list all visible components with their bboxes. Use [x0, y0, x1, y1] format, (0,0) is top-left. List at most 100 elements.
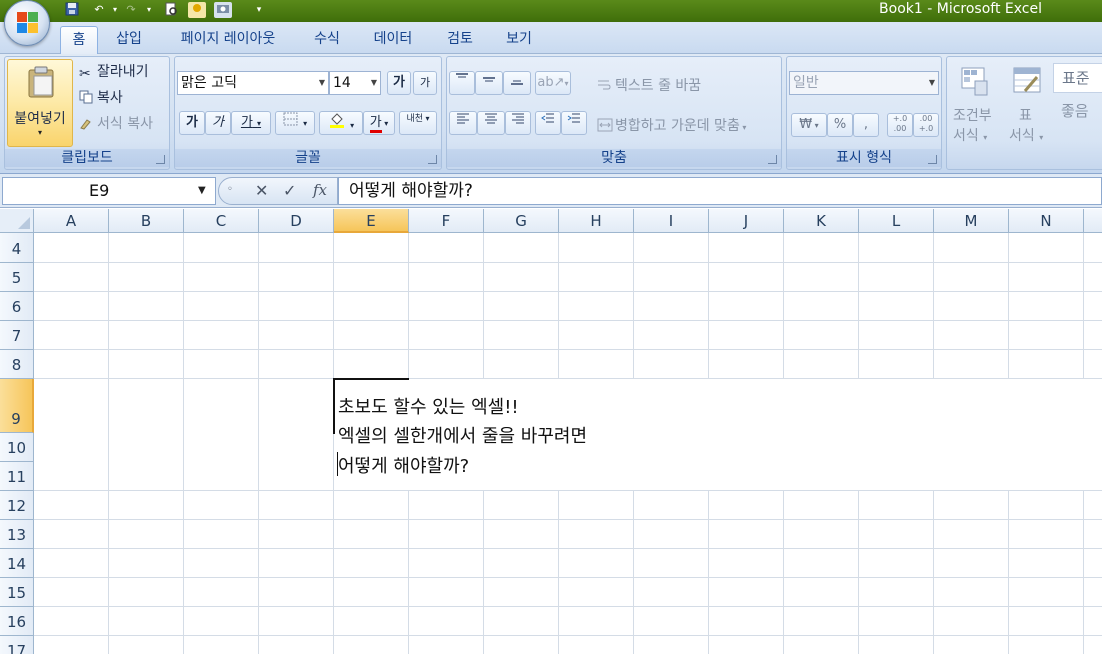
tab-data[interactable]: 데이터	[364, 26, 422, 54]
row-header-4[interactable]: 4	[0, 233, 34, 263]
column-header-n[interactable]: N	[1009, 209, 1084, 233]
column-header-c[interactable]: C	[184, 209, 259, 233]
row-header-5[interactable]: 5	[0, 263, 34, 292]
office-button[interactable]	[4, 0, 50, 46]
merge-center-button[interactable]: 병합하고 가운데 맞춤 ▾	[597, 115, 746, 135]
column-header-l[interactable]: L	[859, 209, 934, 233]
window-title: Book1 - Microsoft Excel	[879, 1, 1042, 17]
fill-color-button[interactable]: ▾	[319, 111, 363, 135]
row-header-17[interactable]: 17	[0, 636, 34, 654]
shrink-font-button[interactable]: 가	[413, 71, 437, 95]
tab-page-layout[interactable]: 페이지 레이아웃	[166, 26, 290, 54]
select-all-button[interactable]	[0, 209, 34, 233]
align-left-button[interactable]	[449, 111, 477, 135]
orientation-button[interactable]: ab↗▾	[535, 71, 571, 95]
column-header-k[interactable]: K	[784, 209, 859, 233]
comma-button[interactable]: ,	[853, 113, 879, 137]
bold-button[interactable]: 가	[179, 111, 205, 135]
alignment-launcher-icon[interactable]	[768, 155, 777, 164]
column-header-g[interactable]: G	[484, 209, 559, 233]
table-format-label-2-text: 서식	[1009, 128, 1035, 144]
increase-decimal-button[interactable]: +.0 .00	[887, 113, 913, 137]
clipboard-launcher-icon[interactable]	[156, 155, 165, 164]
name-box[interactable]: E9	[2, 177, 216, 205]
formula-input[interactable]: 어떻게 해야할까?	[338, 177, 1102, 205]
row-header-13[interactable]: 13	[0, 520, 34, 549]
row-header-14[interactable]: 14	[0, 549, 34, 578]
increase-indent-button[interactable]	[561, 111, 587, 135]
row-header-6[interactable]: 6	[0, 292, 34, 321]
font-name-value: 맑은 고딕	[181, 75, 237, 91]
paste-button[interactable]: 붙여넣기 ▾	[7, 59, 73, 147]
column-header-b[interactable]: B	[109, 209, 184, 233]
confirm-entry-icon[interactable]: ✓	[283, 181, 296, 200]
save-icon[interactable]	[63, 2, 81, 18]
grow-font-button[interactable]: 가	[387, 71, 411, 95]
decrease-indent-button[interactable]	[535, 111, 561, 135]
style-normal-swatch[interactable]: 표준	[1053, 63, 1102, 93]
tab-view[interactable]: 보기	[496, 26, 542, 54]
row-header-8[interactable]: 8	[0, 350, 34, 379]
column-header-a[interactable]: A	[34, 209, 109, 233]
conditional-format-button[interactable]: 조건부 서식 ▾	[949, 63, 1003, 147]
font-name-combo[interactable]: 맑은 고딕 ▼	[177, 71, 329, 95]
column-header-i[interactable]: I	[634, 209, 709, 233]
name-box-dropdown-icon[interactable]: ▼	[198, 185, 206, 196]
column-header-d[interactable]: D	[259, 209, 334, 233]
cut-button[interactable]: ✂ 잘라내기	[79, 61, 149, 82]
align-top-button[interactable]	[449, 71, 475, 95]
borders-button[interactable]: ▾	[275, 111, 315, 135]
camera-icon[interactable]	[214, 2, 232, 18]
ribbon: 붙여넣기 ▾ ✂ 잘라내기 복사 서식 복사 클립보드 맑은 고딕 ▼ 14 ▼…	[0, 54, 1102, 174]
style-good-swatch[interactable]: 좋음	[1053, 97, 1102, 127]
redo-dropdown-icon[interactable]: ▾	[140, 2, 158, 18]
align-middle-button[interactable]	[475, 71, 503, 95]
table-format-button[interactable]: 표 서식 ▾	[1007, 63, 1047, 147]
row-header-11[interactable]: 11	[0, 462, 34, 491]
column-header-f[interactable]: F	[409, 209, 484, 233]
percent-button[interactable]: %	[827, 113, 853, 137]
currency-button[interactable]: ₩ ▾	[791, 113, 827, 137]
copy-button[interactable]: 복사	[79, 87, 123, 107]
align-bottom-button[interactable]	[503, 71, 531, 95]
tab-insert[interactable]: 삽입	[106, 26, 152, 54]
row-header-10[interactable]: 10	[0, 433, 34, 462]
customize-qat-icon[interactable]: ▾	[250, 2, 268, 18]
font-size-combo[interactable]: 14 ▼	[329, 71, 381, 95]
worksheet-grid[interactable]: A B C D E F G H I J K L M N 4 5 6 7 8 9 …	[0, 209, 1102, 654]
column-header-j[interactable]: J	[709, 209, 784, 233]
number-format-combo[interactable]: 일반 ▼	[789, 71, 939, 95]
column-header-e[interactable]: E	[334, 209, 409, 233]
grid-line	[34, 519, 1102, 520]
phonetic-button[interactable]: 내천 ▾	[399, 111, 437, 135]
row-header-16[interactable]: 16	[0, 607, 34, 636]
row-header-7[interactable]: 7	[0, 321, 34, 350]
insert-function-label: fx	[313, 181, 328, 199]
font-color-button[interactable]: 가 ▾	[363, 111, 395, 135]
sort-icon[interactable]	[188, 2, 206, 18]
redo-icon[interactable]: ↷	[122, 2, 140, 18]
tab-home[interactable]: 홈	[60, 26, 98, 54]
formula-buttons: ◦ ✕ ✓ fx	[218, 177, 338, 205]
grid-line	[34, 490, 1102, 491]
cancel-entry-icon[interactable]: ✕	[255, 181, 268, 200]
column-header-m[interactable]: M	[934, 209, 1009, 233]
underline-button[interactable]: 가 ▾	[231, 111, 271, 135]
align-right-button[interactable]	[505, 111, 531, 135]
align-center-button[interactable]	[477, 111, 505, 135]
row-header-15[interactable]: 15	[0, 578, 34, 607]
font-launcher-icon[interactable]	[428, 155, 437, 164]
column-header-overflow	[1084, 209, 1102, 233]
tab-review[interactable]: 검토	[436, 26, 484, 54]
number-launcher-icon[interactable]	[928, 155, 937, 164]
insert-function-icon[interactable]: fx	[313, 181, 327, 199]
tab-formulas[interactable]: 수식	[304, 26, 350, 54]
row-header-9[interactable]: 9	[0, 379, 34, 433]
row-header-12[interactable]: 12	[0, 491, 34, 520]
print-preview-icon[interactable]	[162, 2, 180, 18]
format-painter-button[interactable]: 서식 복사	[79, 113, 153, 133]
column-header-h[interactable]: H	[559, 209, 634, 233]
wrap-text-button[interactable]: 텍스트 줄 바꿈	[597, 75, 701, 95]
italic-button[interactable]: 가	[205, 111, 231, 135]
decrease-decimal-button[interactable]: .00 +.0	[913, 113, 939, 137]
